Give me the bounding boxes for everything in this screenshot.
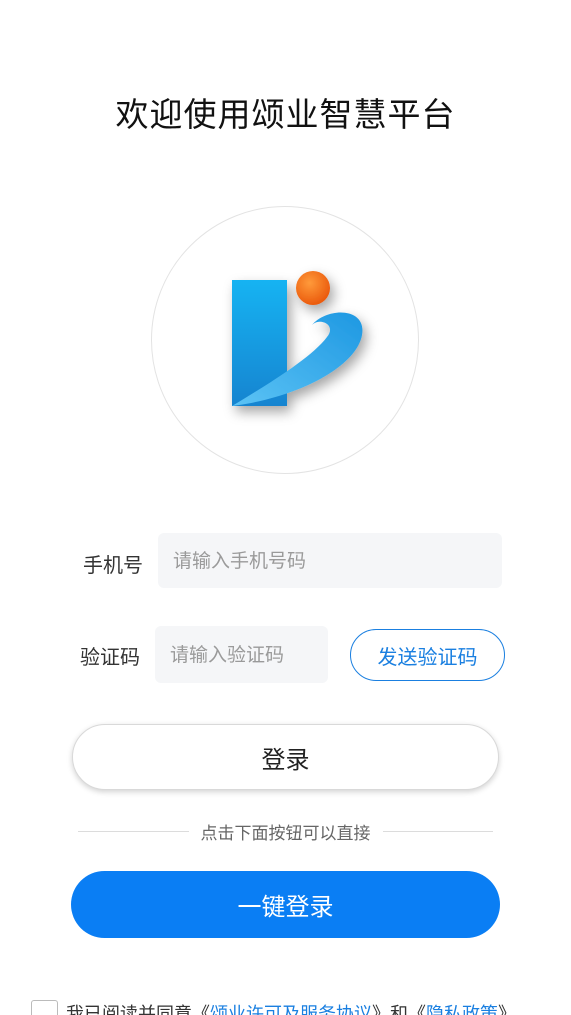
quote-close-1: 》 xyxy=(372,1004,390,1015)
verification-code-input[interactable] xyxy=(170,643,328,666)
send-code-button[interactable]: 发送验证码 xyxy=(350,629,505,681)
code-input-box xyxy=(155,626,328,683)
agreement-row: 我已阅读并同意 《 颂业许可及服务协议 》 和 《 隐私政策 》 xyxy=(31,998,516,1015)
logo-container xyxy=(151,206,419,474)
one-key-login-button[interactable]: 一键登录 xyxy=(71,871,500,938)
phone-label: 手机号 xyxy=(83,553,143,577)
agreement-prefix: 我已阅读并同意 xyxy=(66,1004,192,1015)
quick-login-hint: 点击下面按钮可以直接 xyxy=(200,823,371,844)
service-agreement-link[interactable]: 颂业许可及服务协议 xyxy=(210,1000,372,1015)
agreement-and: 和 xyxy=(390,1004,408,1015)
company-logo-icon xyxy=(232,271,363,406)
quick-login-divider: 点击下面按钮可以直接 xyxy=(78,818,493,844)
phone-input[interactable] xyxy=(173,549,502,572)
code-label: 验证码 xyxy=(80,645,140,669)
quote-close-2: 》 xyxy=(498,1004,516,1015)
agreement-checkbox[interactable] xyxy=(31,999,58,1015)
quote-open-1: 《 xyxy=(192,1004,210,1015)
page-title: 欢迎使用颂业智慧平台 xyxy=(115,95,456,134)
quote-open-2: 《 xyxy=(408,1004,426,1015)
login-button[interactable]: 登录 xyxy=(72,724,499,790)
privacy-policy-link[interactable]: 隐私政策 xyxy=(426,1000,498,1015)
login-screen: 欢迎使用颂业智慧平台 手机号 请输入手机号码 验证码 请输入验证码 发送验证码 … xyxy=(0,0,571,1015)
divider-line-left xyxy=(78,830,189,832)
phone-input-box xyxy=(158,533,502,588)
divider-line-right xyxy=(382,830,493,832)
